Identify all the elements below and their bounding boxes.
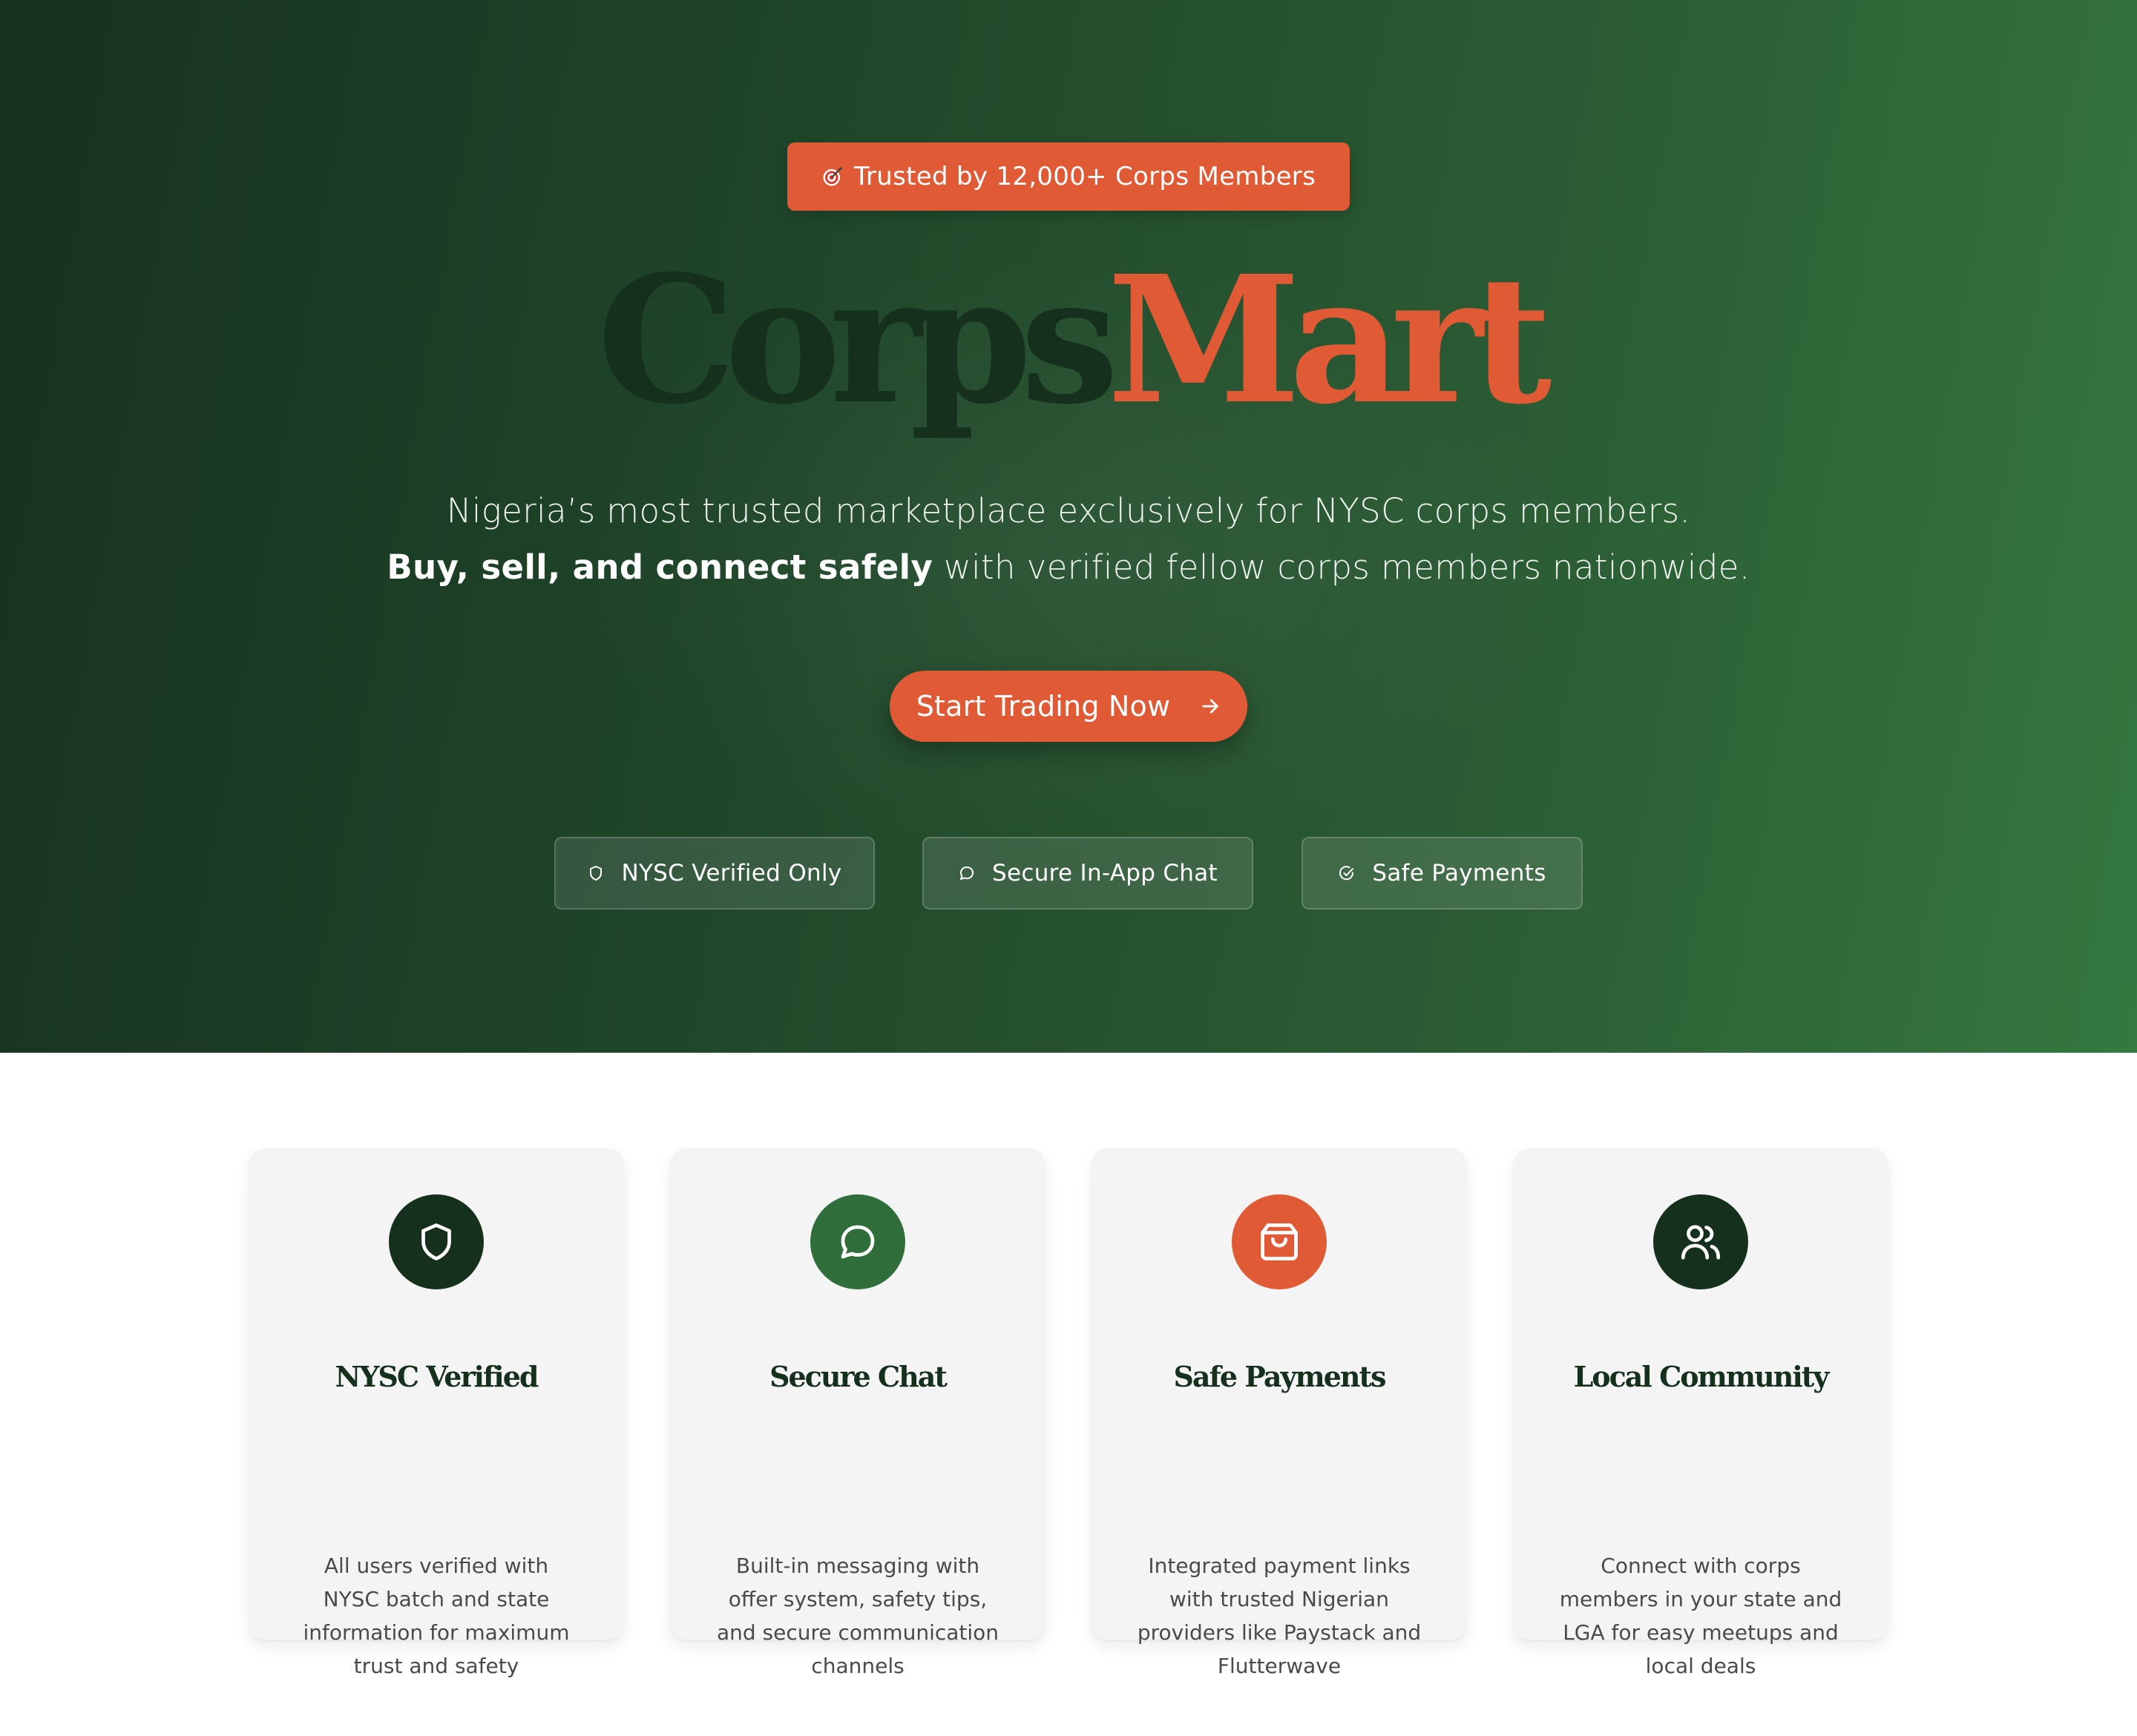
target-icon	[823, 167, 842, 186]
feature-icon-circle	[1232, 1194, 1327, 1289]
feature-title: Safe Payments	[1173, 1360, 1386, 1393]
shopping-bag-icon	[1261, 1223, 1298, 1260]
pill-nysc-verified: NYSC Verified Only	[554, 837, 875, 910]
trust-badge: Trusted by 12,000+ Corps Members	[787, 142, 1350, 211]
shield-icon	[590, 866, 603, 881]
feature-card-safe-payments: Safe Payments Integrated payment links w…	[1092, 1148, 1466, 1678]
feature-description: Integrated payment links with trusted Ni…	[1137, 1553, 1422, 1678]
tagline-line-1: Nigeria’s most trusted marketplace exclu…	[446, 491, 1691, 530]
feature-title: NYSC Verified	[335, 1360, 539, 1393]
hero-section: Trusted by 12,000+ Corps Members CorpsMa…	[0, 0, 2137, 1053]
feature-card-secure-chat: Secure Chat Built-in messaging with offe…	[671, 1148, 1045, 1678]
feature-card-local-community: Local Community Connect with corps membe…	[1514, 1148, 1888, 1678]
pill-nysc-verified-label: NYSC Verified Only	[621, 860, 842, 887]
feature-icon-circle	[389, 1194, 484, 1289]
arrow-right-icon	[1202, 699, 1219, 714]
brand-logo-corps: Corps	[597, 237, 1119, 443]
chat-bubble-icon	[841, 1225, 875, 1259]
pill-secure-chat: Secure In-App Chat	[922, 837, 1253, 910]
tagline-emphasis: Buy, sell, and connect safely	[387, 548, 933, 587]
feature-description: Built-in messaging with offer system, sa…	[716, 1553, 999, 1678]
pill-safe-payments-label: Safe Payments	[1372, 860, 1546, 887]
feature-title: Secure Chat	[769, 1360, 948, 1393]
check-circle-icon	[1339, 866, 1354, 881]
start-trading-button[interactable]: Start Trading Now	[890, 671, 1247, 742]
tagline-rest: with verified fellow corps members natio…	[933, 548, 1750, 587]
users-icon	[1681, 1225, 1721, 1260]
shield-icon	[421, 1223, 451, 1260]
feature-title: Local Community	[1573, 1360, 1830, 1393]
pill-secure-chat-label: Secure In-App Chat	[992, 860, 1218, 887]
pill-safe-payments: Safe Payments	[1301, 837, 1583, 910]
feature-card-nysc-verified: NYSC Verified All users verified with NY…	[249, 1148, 623, 1678]
feature-icon-circle	[810, 1194, 905, 1289]
start-trading-label: Start Trading Now	[916, 690, 1171, 723]
chat-bubble-icon	[960, 867, 974, 880]
tagline-line-2: Buy, sell, and connect safely with verif…	[0, 548, 2137, 587]
feature-icon-circle	[1653, 1194, 1748, 1289]
brand-logo-mart: Mart	[1106, 237, 1552, 443]
feature-description: All users verified with NYSC batch and s…	[303, 1553, 570, 1678]
feature-description: Connect with corps members in your state…	[1559, 1553, 1842, 1678]
brand-logo: CorpsMart	[0, 252, 2137, 427]
features-section: NYSC Verified All users verified with NY…	[0, 1053, 2137, 1736]
trust-badge-text: Trusted by 12,000+ Corps Members	[853, 162, 1316, 191]
